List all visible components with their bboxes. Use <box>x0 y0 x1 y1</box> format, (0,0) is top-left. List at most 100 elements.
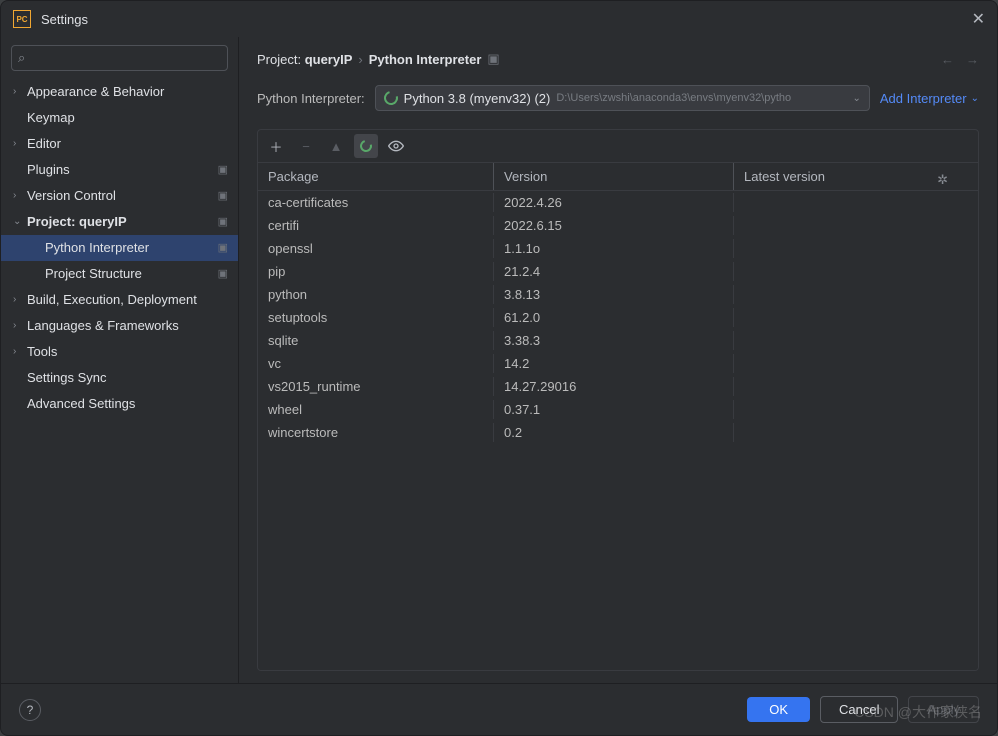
table-row[interactable]: ca-certificates2022.4.26 <box>258 191 978 214</box>
interpreter-select[interactable]: Python 3.8 (myenv32) (2) D:\Users\zwshi\… <box>375 85 870 111</box>
cell-version: 61.2.0 <box>494 308 734 327</box>
breadcrumb-project[interactable]: Project: queryIP <box>257 52 352 67</box>
interpreter-path: D:\Users\zwshi\anaconda3\envs\myenv32\py… <box>556 92 848 104</box>
packages-panel: ＋ − ▲ Package Version Latest version ca-… <box>257 129 979 671</box>
tree-item-keymap[interactable]: Keymap <box>1 105 238 131</box>
chevron-down-icon: ⌄ <box>853 93 861 104</box>
project-marker-icon: ▣ <box>218 265 228 283</box>
window-title: Settings <box>41 12 972 27</box>
nav-back-icon[interactable]: ← <box>941 52 954 67</box>
tree-item-python-interpreter[interactable]: Python Interpreter▣ <box>1 235 238 261</box>
cell-package: vs2015_runtime <box>258 377 494 396</box>
remove-package-button: − <box>294 134 318 158</box>
table-row[interactable]: wincertstore0.2 <box>258 421 978 444</box>
cell-version: 1.1.1o <box>494 239 734 258</box>
python-ring-icon <box>381 88 400 107</box>
breadcrumb-separator-icon: › <box>358 52 362 67</box>
cell-latest <box>734 423 978 442</box>
ok-button[interactable]: OK <box>747 697 810 722</box>
project-marker-icon: ▣ <box>487 51 499 67</box>
chevron-right-icon: › <box>13 83 27 101</box>
cell-package: wheel <box>258 400 494 419</box>
cell-latest <box>734 331 978 350</box>
chevron-right-icon: › <box>13 187 27 205</box>
table-row[interactable]: setuptools61.2.0 <box>258 306 978 329</box>
upgrade-package-button: ▲ <box>324 134 348 158</box>
cell-latest <box>734 193 978 212</box>
sidebar: ⌕ ›Appearance & Behavior Keymap ›Editor … <box>1 37 239 683</box>
cell-version: 2022.6.15 <box>494 216 734 235</box>
table-row[interactable]: pip21.2.4 <box>258 260 978 283</box>
packages-header: Package Version Latest version <box>258 162 978 191</box>
eye-icon <box>388 138 404 154</box>
nav-forward-icon[interactable]: → <box>966 52 979 67</box>
conda-button[interactable] <box>354 134 378 158</box>
cell-version: 14.2 <box>494 354 734 373</box>
project-marker-icon: ▣ <box>218 187 228 205</box>
app-icon: PC <box>13 10 31 28</box>
tree-item-project-structure[interactable]: Project Structure▣ <box>1 261 238 287</box>
chevron-down-icon: ⌄ <box>13 213 27 231</box>
cell-version: 3.38.3 <box>494 331 734 350</box>
cell-latest <box>734 285 978 304</box>
cancel-button[interactable]: Cancel <box>820 696 898 723</box>
cell-latest <box>734 400 978 419</box>
tree-item-advanced[interactable]: Advanced Settings <box>1 391 238 417</box>
add-interpreter-link[interactable]: Add Interpreter ⌄ <box>880 91 979 106</box>
tree-item-build[interactable]: ›Build, Execution, Deployment <box>1 287 238 313</box>
cell-latest <box>734 216 978 235</box>
cell-version: 2022.4.26 <box>494 193 734 212</box>
cell-version: 0.37.1 <box>494 400 734 419</box>
packages-body[interactable]: ca-certificates2022.4.26certifi2022.6.15… <box>258 191 978 670</box>
tree-item-settings-sync[interactable]: Settings Sync <box>1 365 238 391</box>
table-row[interactable]: openssl1.1.1o <box>258 237 978 260</box>
table-row[interactable]: vc14.2 <box>258 352 978 375</box>
settings-dialog: PC Settings ✕ ⌕ ›Appearance & Behavior K… <box>0 0 998 736</box>
cell-package: wincertstore <box>258 423 494 442</box>
dialog-footer: ? OK Cancel Apply <box>1 683 997 735</box>
search-input[interactable] <box>11 45 228 71</box>
project-marker-icon: ▣ <box>218 213 228 231</box>
cell-package: ca-certificates <box>258 193 494 212</box>
table-row[interactable]: vs2015_runtime14.27.29016 <box>258 375 978 398</box>
breadcrumb-page: Python Interpreter <box>369 52 482 67</box>
cell-version: 21.2.4 <box>494 262 734 281</box>
interpreter-label: Python Interpreter: <box>257 91 365 106</box>
tree-item-editor[interactable]: ›Editor <box>1 131 238 157</box>
cell-latest <box>734 308 978 327</box>
table-row[interactable]: certifi2022.6.15 <box>258 214 978 237</box>
tree-item-appearance[interactable]: ›Appearance & Behavior <box>1 79 238 105</box>
cell-latest <box>734 262 978 281</box>
cell-package: certifi <box>258 216 494 235</box>
cell-latest <box>734 354 978 373</box>
loading-spinner-icon: ✲ <box>937 172 948 188</box>
header-package[interactable]: Package <box>258 163 494 190</box>
breadcrumb: Project: queryIP › Python Interpreter ▣ … <box>257 37 979 85</box>
tree-item-tools[interactable]: ›Tools <box>1 339 238 365</box>
chevron-right-icon: › <box>13 291 27 309</box>
project-marker-icon: ▣ <box>218 239 228 257</box>
cell-package: openssl <box>258 239 494 258</box>
header-version[interactable]: Version <box>494 163 734 190</box>
show-early-releases-button[interactable] <box>384 134 408 158</box>
tree-item-plugins[interactable]: Plugins▣ <box>1 157 238 183</box>
cell-package: python <box>258 285 494 304</box>
tree-item-languages[interactable]: ›Languages & Frameworks <box>1 313 238 339</box>
cell-package: sqlite <box>258 331 494 350</box>
table-row[interactable]: sqlite3.38.3 <box>258 329 978 352</box>
cell-version: 0.2 <box>494 423 734 442</box>
search-icon: ⌕ <box>18 50 25 66</box>
packages-toolbar: ＋ − ▲ <box>258 130 978 162</box>
help-button[interactable]: ? <box>19 699 41 721</box>
project-marker-icon: ▣ <box>218 161 228 179</box>
cell-latest <box>734 239 978 258</box>
cell-version: 3.8.13 <box>494 285 734 304</box>
close-icon[interactable]: ✕ <box>972 9 985 29</box>
add-package-button[interactable]: ＋ <box>264 134 288 158</box>
tree-item-project[interactable]: ⌄Project: queryIP▣ <box>1 209 238 235</box>
titlebar: PC Settings ✕ <box>1 1 997 37</box>
table-row[interactable]: python3.8.13 <box>258 283 978 306</box>
content-panel: Project: queryIP › Python Interpreter ▣ … <box>239 37 997 683</box>
tree-item-vcs[interactable]: ›Version Control▣ <box>1 183 238 209</box>
table-row[interactable]: wheel0.37.1 <box>258 398 978 421</box>
